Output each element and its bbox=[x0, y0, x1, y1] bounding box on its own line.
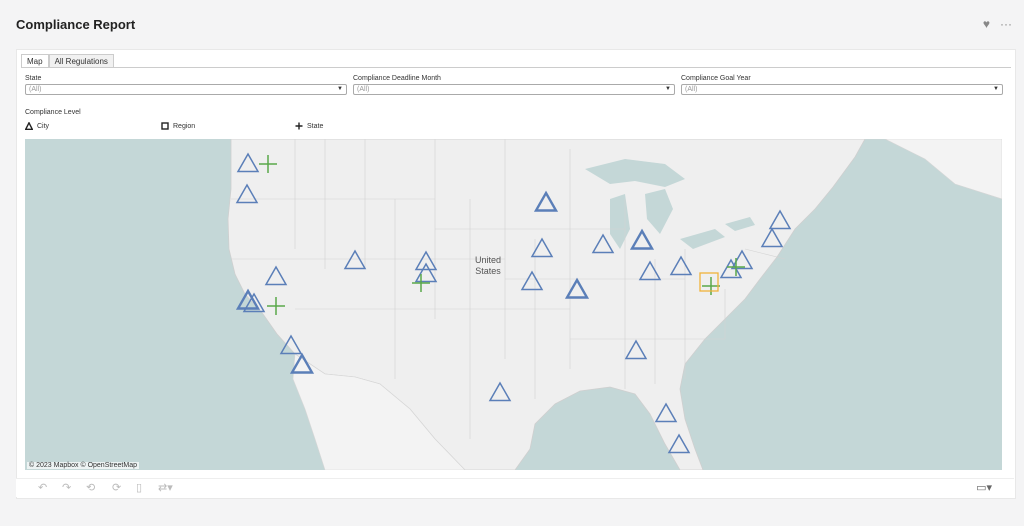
revert-icon[interactable]: ⟲ bbox=[86, 481, 95, 494]
country-label-line-1: United bbox=[475, 255, 502, 265]
city-marker[interactable] bbox=[520, 270, 544, 291]
city-marker[interactable] bbox=[235, 183, 259, 204]
city-marker[interactable] bbox=[530, 237, 554, 258]
country-label-line-2: States bbox=[475, 266, 501, 276]
filter-goal-year-label: Compliance Goal Year bbox=[681, 75, 751, 82]
filter-deadline-month-select[interactable]: (All) ▼ bbox=[353, 84, 675, 95]
filter-deadline-month: Compliance Deadline Month (All) ▼ bbox=[353, 75, 675, 95]
filter-deadline-month-label: Compliance Deadline Month bbox=[353, 75, 441, 82]
filter-deadline-month-value: (All) bbox=[357, 86, 370, 93]
filter-state-select[interactable]: (All) ▼ bbox=[25, 84, 347, 95]
square-icon bbox=[161, 122, 169, 130]
city-marker[interactable] bbox=[654, 402, 678, 423]
filter-state: State (All) ▼ bbox=[25, 75, 347, 95]
top-actions: ♥ ··· bbox=[983, 18, 1012, 30]
tab-strip: Map All Regulations bbox=[21, 54, 114, 68]
undo-icon[interactable]: ↶ bbox=[38, 481, 47, 494]
city-marker[interactable] bbox=[564, 277, 590, 299]
state-marker[interactable] bbox=[259, 155, 277, 173]
state-marker[interactable] bbox=[702, 277, 720, 295]
city-marker[interactable] bbox=[533, 190, 559, 212]
tab-divider bbox=[21, 67, 1011, 68]
city-marker[interactable] bbox=[289, 352, 315, 374]
legend-item-city[interactable]: City bbox=[25, 122, 49, 130]
legend-label-state: State bbox=[307, 122, 324, 130]
chevron-down-icon: ▼ bbox=[337, 86, 343, 92]
legend-label-city: City bbox=[37, 122, 50, 130]
city-marker[interactable] bbox=[624, 339, 648, 360]
tab-map[interactable]: Map bbox=[21, 54, 49, 68]
region-marker[interactable] bbox=[699, 272, 719, 292]
filter-state-label: State bbox=[25, 75, 42, 82]
city-marker[interactable] bbox=[236, 152, 260, 173]
city-marker[interactable] bbox=[414, 250, 438, 271]
page-title: Compliance Report bbox=[16, 17, 136, 32]
dashboard: Map All Regulations State (All) ▼ Compli… bbox=[16, 49, 1016, 499]
city-marker[interactable] bbox=[667, 433, 691, 454]
city-marker[interactable] bbox=[343, 249, 367, 270]
share-icon[interactable]: ⇄▾ bbox=[158, 481, 173, 494]
chevron-down-icon: ▼ bbox=[993, 86, 999, 92]
legend-item-region[interactable]: Region bbox=[161, 122, 195, 130]
city-marker[interactable] bbox=[629, 228, 655, 250]
city-marker[interactable] bbox=[591, 233, 615, 254]
tab-all-regulations[interactable]: All Regulations bbox=[48, 54, 114, 68]
filter-goal-year-select[interactable]: (All) ▼ bbox=[681, 84, 1003, 95]
map-marks bbox=[235, 152, 792, 454]
city-marker[interactable] bbox=[768, 209, 792, 230]
plus-icon bbox=[295, 122, 303, 130]
pause-updates-icon[interactable]: ▯ bbox=[136, 481, 142, 494]
refresh-data-icon[interactable]: ⟳ bbox=[112, 481, 121, 494]
filter-state-value: (All) bbox=[29, 86, 42, 93]
triangle-icon bbox=[25, 122, 33, 130]
city-marker[interactable] bbox=[264, 265, 288, 286]
heart-icon[interactable]: ♥ bbox=[983, 18, 990, 30]
bottom-toolbar: ↶ ↷ ⟲ ⟳ ▯ ⇄▾ ▭▾ bbox=[16, 478, 1014, 497]
redo-icon[interactable]: ↷ bbox=[62, 481, 71, 494]
filter-goal-year-value: (All) bbox=[685, 86, 698, 93]
map-attribution[interactable]: © 2023 Mapbox © OpenStreetMap bbox=[27, 462, 139, 469]
more-icon[interactable]: ··· bbox=[1000, 18, 1012, 30]
state-marker[interactable] bbox=[412, 274, 430, 292]
legend-label-region: Region bbox=[173, 122, 196, 130]
city-marker[interactable] bbox=[669, 255, 693, 276]
country-label: United States bbox=[475, 255, 501, 277]
city-marker[interactable] bbox=[488, 381, 512, 402]
map-view[interactable]: United States © 2023 Mapbox © OpenStreet… bbox=[25, 139, 1002, 470]
state-marker[interactable] bbox=[727, 258, 745, 276]
legend-title: Compliance Level bbox=[25, 109, 81, 116]
presentation-icon[interactable]: ▭▾ bbox=[976, 481, 992, 494]
city-marker[interactable] bbox=[414, 262, 438, 283]
state-marker[interactable] bbox=[267, 297, 285, 315]
city-marker[interactable] bbox=[638, 260, 662, 281]
chevron-down-icon: ▼ bbox=[665, 86, 671, 92]
city-marker[interactable] bbox=[760, 227, 784, 248]
legend-item-state[interactable]: State bbox=[295, 122, 323, 130]
city-marker[interactable] bbox=[279, 334, 303, 355]
filter-goal-year: Compliance Goal Year (All) ▼ bbox=[681, 75, 1003, 95]
